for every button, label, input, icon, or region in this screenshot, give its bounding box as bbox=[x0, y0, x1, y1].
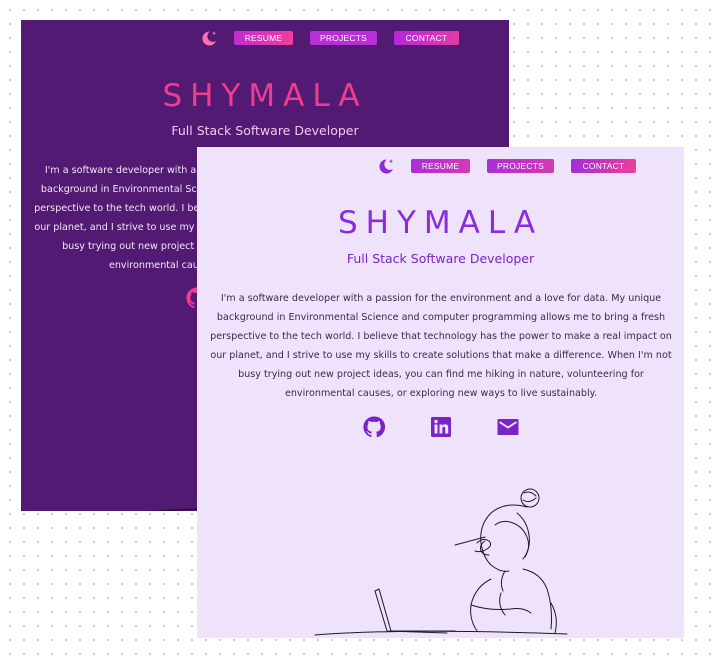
hero-name: SHYMALA bbox=[162, 78, 368, 114]
mail-icon[interactable] bbox=[496, 415, 520, 439]
projects-button[interactable]: PROJECTS bbox=[487, 159, 554, 173]
linkedin-icon[interactable] bbox=[429, 415, 453, 439]
nav-bar: RESUME PROJECTS CONTACT bbox=[199, 28, 459, 48]
hero-name: SHYMALA bbox=[337, 205, 544, 241]
resume-button[interactable]: RESUME bbox=[234, 31, 293, 45]
social-links bbox=[362, 415, 520, 439]
nav-bar: RESUME PROJECTS CONTACT bbox=[376, 156, 636, 176]
resume-button[interactable]: RESUME bbox=[411, 159, 470, 173]
hero-bio: I'm a software developer with a passion … bbox=[210, 293, 672, 399]
light-theme-preview: RESUME PROJECTS CONTACT SHYMALA Full Sta… bbox=[197, 147, 684, 638]
moon-icon[interactable] bbox=[199, 28, 219, 48]
github-icon[interactable] bbox=[362, 415, 386, 439]
projects-button[interactable]: PROJECTS bbox=[310, 31, 377, 45]
contact-button[interactable]: CONTACT bbox=[394, 31, 459, 45]
contact-button[interactable]: CONTACT bbox=[571, 159, 636, 173]
hero-subtitle: Full Stack Software Developer bbox=[346, 251, 535, 266]
hero-subtitle: Full Stack Software Developer bbox=[171, 123, 359, 138]
moon-icon[interactable] bbox=[376, 156, 396, 176]
developer-illustration bbox=[314, 488, 568, 636]
